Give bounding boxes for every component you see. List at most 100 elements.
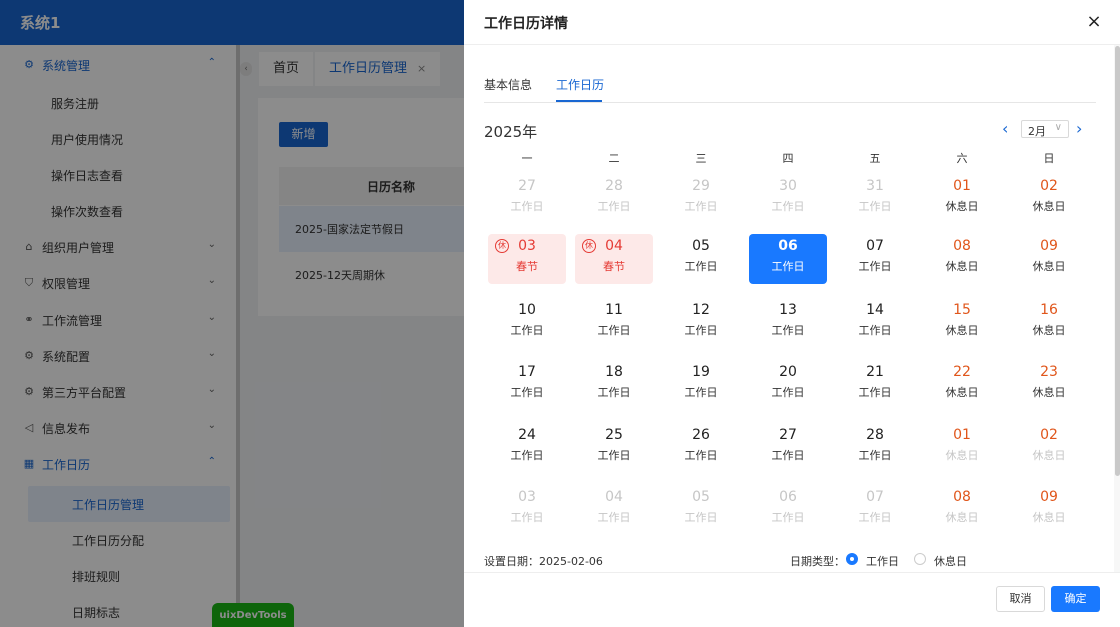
calendar-day[interactable]: 09 休息日: [1010, 234, 1088, 284]
calendar-day-type: 工作日: [684, 260, 718, 273]
calendar-day[interactable]: 25 工作日: [575, 423, 653, 473]
calendar-day[interactable]: 08 休息日: [923, 485, 1001, 535]
calendar-day-number: 27: [518, 178, 536, 194]
calendar-day-number: 25: [605, 427, 623, 443]
close-icon[interactable]: ×: [1084, 10, 1104, 34]
setting-row: 设置日期：2025-02-06 日期类型： 工作日 休息日: [484, 551, 1096, 567]
month-select[interactable]: 2月 ∨: [1021, 120, 1069, 138]
calendar-day-type: 休息日: [945, 324, 979, 337]
calendar-day-number: 16: [1040, 302, 1058, 318]
calendar-day-type: 休息日: [945, 386, 979, 399]
calendar-day-type: 休息日: [1032, 386, 1066, 399]
calendar-day-type: 休息日: [1032, 324, 1066, 337]
calendar-day[interactable]: 15 休息日: [923, 298, 1001, 348]
calendar-day[interactable]: 07 工作日: [836, 234, 914, 284]
calendar-day-number: 27: [779, 427, 797, 443]
calendar-day-type: 工作日: [510, 200, 544, 213]
calendar-day[interactable]: 21 工作日: [836, 360, 914, 410]
calendar-day-type: 工作日: [771, 260, 805, 273]
calendar-day[interactable]: 休 03 春节: [488, 234, 566, 284]
calendar-day-number: 11: [605, 302, 623, 318]
calendar-detail-drawer: 工作日历详情 × 基本信息 工作日历 2025年 ‹ 2月 ∨ › 一 二 三 四 五 六…: [464, 0, 1120, 627]
calendar-day[interactable]: 01 休息日: [923, 423, 1001, 473]
calendar-day[interactable]: 07 工作日: [836, 485, 914, 535]
calendar-day[interactable]: 17 工作日: [488, 360, 566, 410]
radio-restday[interactable]: [914, 553, 926, 565]
calendar-day-type: 休息日: [1032, 200, 1066, 213]
calendar-day-type: 工作日: [597, 449, 631, 462]
calendar-day-type: 春节: [603, 260, 625, 273]
month-select-value: 2月: [1028, 125, 1046, 138]
calendar-day[interactable]: 20 工作日: [749, 360, 827, 410]
calendar-day[interactable]: 27 工作日: [488, 174, 566, 224]
calendar-day[interactable]: 02 休息日: [1010, 423, 1088, 473]
calendar-day[interactable]: 28 工作日: [836, 423, 914, 473]
calendar-day-number: 23: [1040, 364, 1058, 380]
calendar-day-number: 04: [605, 489, 623, 505]
calendar-day-number: 22: [953, 364, 971, 380]
calendar-day[interactable]: 06 工作日: [749, 234, 827, 284]
calendar-day[interactable]: 05 工作日: [662, 485, 740, 535]
calendar-day[interactable]: 26 工作日: [662, 423, 740, 473]
calendar-day[interactable]: 14 工作日: [836, 298, 914, 348]
calendar-day[interactable]: 04 工作日: [575, 485, 653, 535]
calendar-day-type: 休息日: [945, 449, 979, 462]
calendar-day[interactable]: 16 休息日: [1010, 298, 1088, 348]
calendar-day-number: 05: [692, 238, 710, 254]
tab-basic-info[interactable]: 基本信息: [484, 76, 532, 93]
weekday-header: 五: [869, 152, 881, 165]
cancel-button[interactable]: 取消: [996, 586, 1045, 612]
calendar-day[interactable]: 02 休息日: [1010, 174, 1088, 224]
calendar-day-number: 20: [779, 364, 797, 380]
calendar-day-number: 10: [518, 302, 536, 318]
calendar-day[interactable]: 05 工作日: [662, 234, 740, 284]
calendar-day-number: 18: [605, 364, 623, 380]
modal-mask[interactable]: [0, 0, 464, 627]
calendar-day[interactable]: 30 工作日: [749, 174, 827, 224]
calendar-day-number: 21: [866, 364, 884, 380]
calendar-day-number: 19: [692, 364, 710, 380]
chevron-right-icon[interactable]: ›: [1076, 119, 1082, 138]
calendar-day-number: 08: [953, 238, 971, 254]
calendar-day-number: 06: [778, 238, 798, 254]
calendar-day-type: 休息日: [945, 260, 979, 273]
calendar-day[interactable]: 休 04 春节: [575, 234, 653, 284]
calendar-day[interactable]: 13 工作日: [749, 298, 827, 348]
calendar-day[interactable]: 29 工作日: [662, 174, 740, 224]
calendar-day[interactable]: 31 工作日: [836, 174, 914, 224]
tab-work-calendar[interactable]: 工作日历: [556, 76, 604, 93]
calendar-day-type: 工作日: [597, 324, 631, 337]
calendar-day-type: 工作日: [858, 324, 892, 337]
calendar-day-type: 工作日: [597, 386, 631, 399]
weekday-header: 日: [1043, 152, 1055, 165]
calendar-day[interactable]: 19 工作日: [662, 360, 740, 410]
calendar-day[interactable]: 18 工作日: [575, 360, 653, 410]
calendar-day-type: 工作日: [771, 324, 805, 337]
calendar-day-number: 12: [692, 302, 710, 318]
calendar-day[interactable]: 24 工作日: [488, 423, 566, 473]
calendar-day[interactable]: 08 休息日: [923, 234, 1001, 284]
calendar-day[interactable]: 06 工作日: [749, 485, 827, 535]
calendar-day-type: 工作日: [858, 511, 892, 524]
drawer-title: 工作日历详情: [484, 16, 568, 32]
scrollbar-thumb[interactable]: [1115, 46, 1120, 476]
calendar-day-type: 工作日: [771, 511, 805, 524]
calendar-day-number: 28: [605, 178, 623, 194]
radio-workday[interactable]: [846, 553, 858, 565]
confirm-button[interactable]: 确定: [1051, 586, 1100, 612]
calendar-day-type: 春节: [516, 260, 538, 273]
calendar-day[interactable]: 01 休息日: [923, 174, 1001, 224]
calendar-day[interactable]: 03 工作日: [488, 485, 566, 535]
calendar-day-number: 26: [692, 427, 710, 443]
calendar-day[interactable]: 10 工作日: [488, 298, 566, 348]
calendar-day[interactable]: 11 工作日: [575, 298, 653, 348]
calendar-day-number: 08: [953, 489, 971, 505]
calendar-day-type: 工作日: [858, 260, 892, 273]
calendar-day[interactable]: 23 休息日: [1010, 360, 1088, 410]
calendar-day[interactable]: 22 休息日: [923, 360, 1001, 410]
chevron-left-icon[interactable]: ‹: [1002, 119, 1008, 138]
calendar-day[interactable]: 09 休息日: [1010, 485, 1088, 535]
calendar-day[interactable]: 12 工作日: [662, 298, 740, 348]
calendar-day[interactable]: 27 工作日: [749, 423, 827, 473]
calendar-day[interactable]: 28 工作日: [575, 174, 653, 224]
